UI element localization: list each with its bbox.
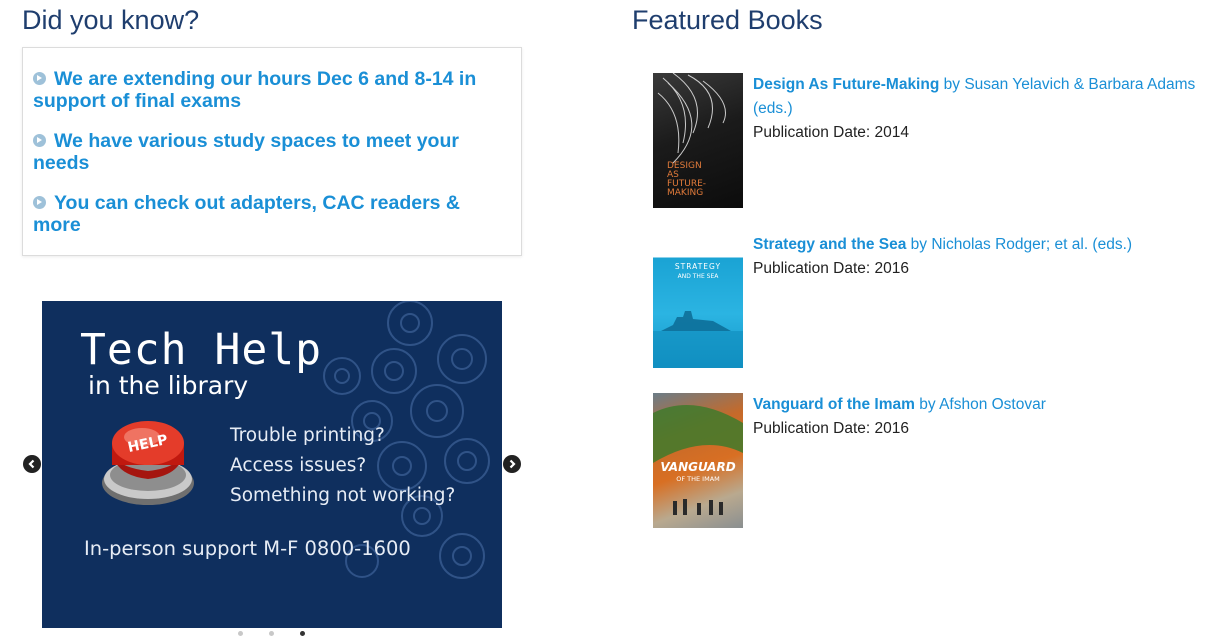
book-author: Nicholas Rodger; et al. (eds.) bbox=[931, 236, 1133, 253]
slider-dot[interactable] bbox=[238, 631, 243, 636]
book-info: Design As Future-Making by Susan Yelavic… bbox=[753, 73, 1222, 144]
did-you-know-item[interactable]: You can check out adapters, CAC readers … bbox=[33, 192, 503, 236]
help-button-icon: HELP bbox=[102, 421, 194, 505]
tech-help-support-hours: In-person support M-F 0800-1600 bbox=[84, 537, 411, 560]
book-by: by bbox=[943, 76, 960, 93]
did-you-know-link[interactable]: You can check out adapters, CAC readers … bbox=[33, 192, 460, 236]
book-info: Vanguard of the Imam by Afshon Ostovar P… bbox=[753, 393, 1222, 440]
tech-help-question: Something not working? bbox=[230, 485, 456, 506]
slider-next-button[interactable] bbox=[503, 455, 521, 473]
circle-arrow-icon bbox=[33, 196, 46, 209]
circle-arrow-icon bbox=[33, 72, 46, 85]
tech-help-subtitle: in the library bbox=[88, 371, 249, 400]
chevron-right-icon bbox=[509, 459, 516, 469]
slider-prev-button[interactable] bbox=[23, 455, 41, 473]
book-title-link[interactable]: Strategy and the Sea bbox=[753, 236, 906, 253]
circle-arrow-icon bbox=[33, 134, 46, 147]
featured-books-heading: Featured Books bbox=[632, 5, 823, 35]
publication-date-label: Publication Date: bbox=[753, 260, 871, 277]
did-you-know-box: We are extending our hours Dec 6 and 8-1… bbox=[22, 47, 522, 256]
chevron-left-icon bbox=[28, 459, 35, 469]
book-cover[interactable]: STRATEGY AND THE SEA bbox=[653, 233, 743, 368]
publication-date: 2014 bbox=[874, 124, 909, 141]
publication-date-label: Publication Date: bbox=[753, 124, 871, 141]
cover-title: AND THE SEA bbox=[678, 273, 720, 280]
tech-help-slide[interactable]: Tech Help in the library HELP Trouble pr… bbox=[42, 301, 502, 628]
book-title-link[interactable]: Vanguard of the Imam bbox=[753, 396, 915, 413]
did-you-know-link[interactable]: We are extending our hours Dec 6 and 8-1… bbox=[33, 68, 476, 112]
did-you-know-item[interactable]: We are extending our hours Dec 6 and 8-1… bbox=[33, 68, 503, 112]
book-author: Afshon Ostovar bbox=[939, 396, 1046, 413]
cover-title: STRATEGY bbox=[675, 262, 721, 271]
publication-date-label: Publication Date: bbox=[753, 420, 871, 437]
slider-dot[interactable] bbox=[300, 631, 305, 636]
book-by: by bbox=[919, 396, 936, 413]
did-you-know-item[interactable]: We have various study spaces to meet you… bbox=[33, 130, 503, 174]
book-cover[interactable]: DESIGN AS FUTURE- MAKING bbox=[653, 73, 743, 208]
book-info: Strategy and the Sea by Nicholas Rodger;… bbox=[753, 233, 1222, 280]
slider-dot[interactable] bbox=[269, 631, 274, 636]
book-cover[interactable]: VANGUARD OF THE IMAM bbox=[653, 393, 743, 528]
did-you-know-heading: Did you know? bbox=[22, 5, 200, 35]
cover-title: MAKING bbox=[667, 188, 703, 198]
publication-date: 2016 bbox=[874, 260, 909, 277]
book-by: by bbox=[910, 236, 928, 253]
tech-help-question: Trouble printing? bbox=[230, 425, 385, 446]
cover-title: VANGUARD bbox=[660, 460, 735, 474]
tech-help-title: Tech Help bbox=[80, 325, 322, 375]
book-title-link[interactable]: Design As Future-Making bbox=[753, 76, 939, 93]
cover-title: OF THE IMAM bbox=[676, 475, 720, 483]
tech-help-question: Access issues? bbox=[230, 455, 367, 476]
did-you-know-link[interactable]: We have various study spaces to meet you… bbox=[33, 130, 459, 174]
publication-date: 2016 bbox=[874, 420, 909, 437]
